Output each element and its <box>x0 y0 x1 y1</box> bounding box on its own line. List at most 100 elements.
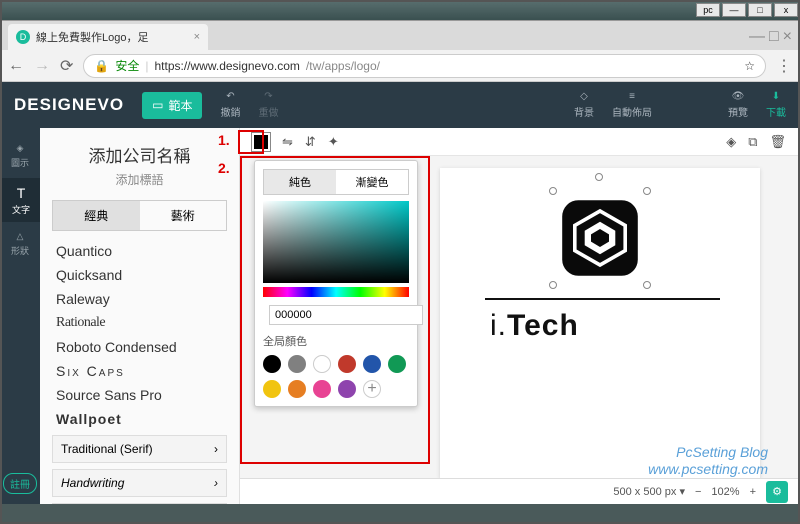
seg-art[interactable]: 藝術 <box>140 201 227 230</box>
swatch[interactable] <box>338 380 356 398</box>
design-canvas[interactable]: i.Tech <box>440 168 760 478</box>
secure-label: 安全 <box>115 57 139 74</box>
saturation-field[interactable] <box>263 201 409 283</box>
window-minimize[interactable]: — <box>722 3 746 17</box>
swatch[interactable] <box>363 355 381 373</box>
gear-icon: ⚙ <box>772 485 782 498</box>
swatch[interactable] <box>288 355 306 373</box>
gradient-tab[interactable]: 漸變色 <box>336 170 408 194</box>
size-label: 500 x 500 px <box>613 486 676 498</box>
category-serif[interactable]: Traditional (Serif)› <box>52 435 227 463</box>
swatch[interactable] <box>263 355 281 373</box>
shape-icon: △ <box>17 231 24 242</box>
font-item[interactable]: Source Sans Pro <box>56 387 223 403</box>
font-item[interactable]: Roboto Condensed <box>56 339 223 355</box>
reload-icon[interactable]: ⟳ <box>60 56 73 76</box>
background-button[interactable]: ◇背景 <box>574 91 594 119</box>
trash-icon[interactable]: 🗑 <box>769 134 786 150</box>
copy-icon[interactable]: ⧉ <box>748 134 757 150</box>
app-header: DESIGNEVO ▭ 範本 ↶撤銷 ↷重做 ◇背景 ≡自動佈局 👁預覽 ⬇下載 <box>0 82 800 128</box>
bookmark-star-icon[interactable]: ☆ <box>744 59 755 73</box>
logo-text-main: Tech <box>507 309 579 342</box>
browser-tab[interactable]: D 線上免費製作Logo，足 × <box>8 24 208 50</box>
rail-shape-tab[interactable]: △ 形狀 <box>0 222 40 266</box>
global-swatches: + <box>263 355 409 398</box>
window-maximize[interactable]: □ <box>748 3 772 17</box>
left-rail: ◈圖示 T文字 △ 形狀 註冊 <box>0 128 40 504</box>
company-name-input[interactable]: 添加公司名稱 <box>52 142 227 167</box>
zoom-level[interactable]: 102% <box>711 486 739 498</box>
rail-text-tab[interactable]: T文字 <box>0 178 40 222</box>
cat-label: Handwriting <box>61 476 124 490</box>
swatch[interactable] <box>288 380 306 398</box>
font-item[interactable]: Six Caps <box>56 363 223 379</box>
watermark: PcSetting Blog www.pcsetting.com <box>648 444 768 478</box>
effects-icon[interactable]: ✦ <box>328 134 339 150</box>
sidebar-panel: 添加公司名稱 添加標語 經典 藝術 Quantico Quicksand Ral… <box>40 128 240 504</box>
flip-v-icon[interactable]: ⇵ <box>305 134 316 150</box>
url-input[interactable]: 🔒 安全 | https://www.designevo.com/tw/apps… <box>83 54 766 78</box>
category-funny[interactable]: Funny› <box>52 503 227 504</box>
settings-button[interactable]: ⚙ <box>766 481 788 503</box>
minimize-icon[interactable]: — <box>749 28 765 46</box>
eye-icon: 👁 <box>732 91 745 102</box>
logo-text-prefix: i. <box>490 309 507 342</box>
logo-divider[interactable] <box>485 298 720 300</box>
add-swatch[interactable]: + <box>363 380 381 398</box>
undo-label: 撤銷 <box>220 104 240 119</box>
chevron-down-icon: ▾ <box>679 486 685 498</box>
zoom-out-button[interactable]: − <box>695 486 701 498</box>
preview-button[interactable]: 👁預覽 <box>728 91 748 119</box>
logo-icon-element[interactable] <box>555 193 645 283</box>
download-icon: ⬇ <box>772 91 780 102</box>
swatch[interactable] <box>263 380 281 398</box>
swatch[interactable] <box>388 355 406 373</box>
undo-button[interactable]: ↶撤銷 <box>220 91 240 119</box>
seg-classic[interactable]: 經典 <box>53 201 140 230</box>
zoom-in-button[interactable]: + <box>750 486 756 498</box>
swatch[interactable] <box>313 355 331 373</box>
download-button[interactable]: ⬇下載 <box>766 91 786 119</box>
rail-shape-label: 形狀 <box>11 244 29 257</box>
browser-menu-icon[interactable]: ⋮ <box>776 56 792 76</box>
autolayout-icon: ≡ <box>629 91 635 102</box>
slogan-input[interactable]: 添加標語 <box>52 171 227 188</box>
forward-icon[interactable]: → <box>34 57 50 75</box>
maximize-icon[interactable]: □ <box>769 28 779 46</box>
autolayout-button[interactable]: ≡自動佈局 <box>612 91 652 119</box>
close-icon[interactable]: × <box>783 28 792 46</box>
hex-input[interactable] <box>269 305 423 325</box>
canvas-size-select[interactable]: 500 x 500 px ▾ <box>613 485 685 498</box>
window-close[interactable]: x <box>774 3 798 17</box>
category-handwriting[interactable]: Handwriting› <box>52 469 227 497</box>
brand-logo[interactable]: DESIGNEVO <box>14 95 124 115</box>
back-icon[interactable]: ← <box>8 57 24 75</box>
layers-icon[interactable]: ◈ <box>726 134 736 150</box>
register-button[interactable]: 註冊 <box>3 473 37 494</box>
font-list: Quantico Quicksand Raleway Rationale Rob… <box>52 241 227 429</box>
tab-close-icon[interactable]: × <box>194 31 200 43</box>
flip-h-icon[interactable]: ⇋ <box>282 134 293 150</box>
font-style-segment: 經典 藝術 <box>52 200 227 231</box>
font-item[interactable]: Quantico <box>56 243 223 259</box>
redo-button[interactable]: ↷重做 <box>258 91 278 119</box>
chevron-right-icon: › <box>214 442 218 456</box>
font-item[interactable]: Quicksand <box>56 267 223 283</box>
font-item[interactable]: Raleway <box>56 291 223 307</box>
rail-icon-tab[interactable]: ◈圖示 <box>0 134 40 178</box>
canvas-area: ⇋ ⇵ ✦ ◈ ⧉ 🗑 1. 2. 純色 漸變色 全局顏色 <box>240 128 798 504</box>
background-icon: ◇ <box>580 91 588 102</box>
font-item[interactable]: Rationale <box>56 315 223 331</box>
window-titlebar: pc — □ x <box>0 0 800 20</box>
font-item[interactable]: Wallpoet <box>56 411 223 427</box>
tab-title: 線上免費製作Logo，足 <box>36 29 148 45</box>
diamond-icon: ◈ <box>17 143 24 154</box>
url-path: /tw/apps/logo/ <box>306 59 380 73</box>
watermark-line2: www.pcsetting.com <box>648 461 768 478</box>
swatch[interactable] <box>338 355 356 373</box>
logo-text-element[interactable]: i.Tech <box>490 308 579 343</box>
template-button[interactable]: ▭ 範本 <box>142 92 202 119</box>
solid-tab[interactable]: 純色 <box>264 170 336 194</box>
hue-slider[interactable] <box>263 287 409 297</box>
swatch[interactable] <box>313 380 331 398</box>
